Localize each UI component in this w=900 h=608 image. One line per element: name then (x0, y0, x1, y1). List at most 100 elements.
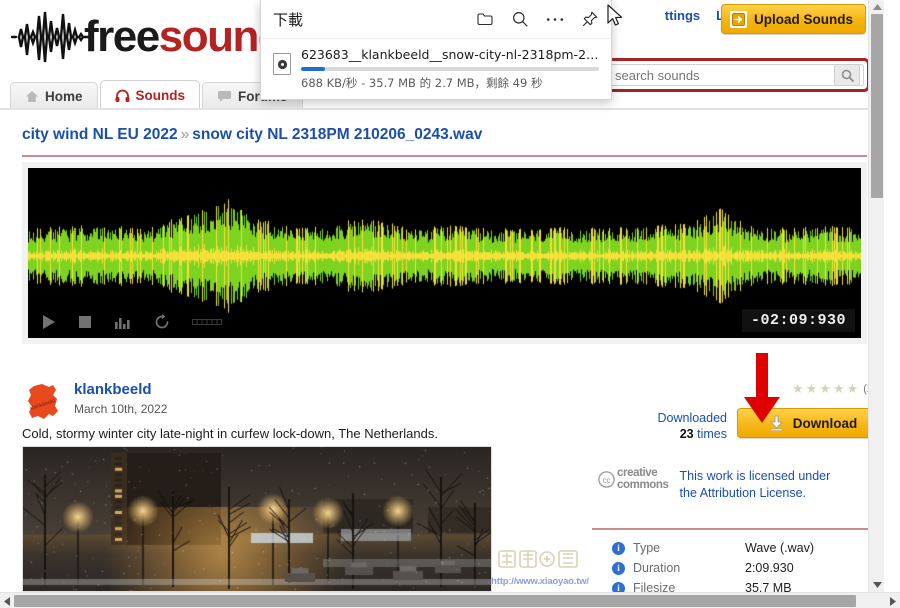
scroll-up-button[interactable] (869, 0, 884, 14)
download-count: Downloaded 23 times (635, 411, 728, 442)
meta-key: Filesize (633, 581, 676, 592)
table-row: i Type Wave (.wav) (612, 538, 870, 558)
search-input[interactable] (607, 67, 834, 83)
cc-line-1: creative (617, 467, 658, 479)
upload-sounds-button[interactable]: Upload Sounds (721, 4, 866, 34)
breadcrumb-current[interactable]: snow city NL 2318PM 210206_0243.wav (192, 126, 482, 143)
author-block: klankbeeld klankbeeld March 10th, 2022 (22, 381, 168, 424)
rating-stars[interactable]: ★ ★ ★ ★ ★ (2) (792, 382, 877, 395)
license-rule (592, 528, 870, 530)
loop-icon[interactable] (154, 314, 170, 330)
star-icon: ★ (805, 381, 818, 396)
meta-value: Wave (.wav) (745, 541, 814, 555)
sound-photo-canvas (23, 447, 491, 591)
license-text[interactable]: This work is licensed under the Attribut… (680, 468, 831, 502)
home-icon (25, 90, 39, 103)
download-popup-actions (476, 10, 599, 28)
waveform-canvas[interactable] (28, 168, 861, 338)
download-progress-bar (301, 67, 599, 71)
sound-photo[interactable] (22, 446, 492, 592)
license-line-2: the Attribution License. (679, 485, 807, 500)
chevron-down-icon (872, 582, 882, 588)
download-button[interactable]: Download (737, 408, 884, 438)
download-progress-fill (301, 67, 325, 71)
headphones-icon (115, 89, 130, 102)
sound-metadata-table: i Type Wave (.wav) i Duration 2:09.930 i… (612, 538, 870, 592)
download-popup: 下載 623683__klankbeeld__snow-city-nl-2318… (260, 0, 612, 100)
scroll-down-button[interactable] (869, 578, 884, 592)
info-icon: i (612, 541, 625, 555)
waveform-display[interactable]: -02:09:930 (28, 168, 861, 338)
more-icon[interactable] (546, 10, 564, 28)
breadcrumb: city wind NL EU 2022» snow city NL 2318PM… (22, 126, 482, 144)
license-block: cc creative commons This work is license… (598, 467, 831, 502)
download-popup-title: 下載 (273, 10, 304, 29)
download-popup-header: 下載 (261, 0, 611, 38)
pin-icon[interactable] (581, 10, 599, 28)
meta-key: Type (633, 541, 661, 555)
downloaded-number: 23 (679, 426, 694, 441)
player-timecode: -02:09:930 (741, 309, 855, 332)
horizontal-scrollbar[interactable] (0, 592, 900, 608)
sound-description: Cold, stormy winter city late-night in c… (22, 426, 438, 441)
tab-home-label: Home (45, 89, 83, 104)
info-icon: i (612, 581, 625, 592)
measure-icon[interactable] (192, 317, 222, 327)
logo-text-free: free (84, 12, 160, 61)
audio-player: -02:09:930 (22, 162, 867, 344)
spectrogram-icon[interactable] (114, 314, 132, 330)
scroll-right-button[interactable] (886, 593, 900, 608)
star-icon: ★ (819, 381, 831, 396)
table-row: i Duration 2:09.930 (612, 558, 870, 578)
info-icon: i (612, 561, 625, 575)
star-icon: ★ (792, 381, 804, 396)
folder-icon[interactable] (476, 10, 494, 28)
cc-line-2: commons (617, 478, 669, 491)
chevron-up-icon (872, 4, 882, 10)
freesound-logo[interactable]: freesound (10, 8, 285, 66)
avatar[interactable]: klankbeeld (22, 382, 64, 424)
creative-commons-icon: cc creative commons (598, 467, 669, 491)
breadcrumb-separator: » (180, 126, 190, 143)
breadcrumb-rule (22, 155, 867, 157)
table-row: i Filesize 35.7 MB (612, 578, 870, 592)
nav-divider (0, 108, 884, 110)
svg-text:cc: cc (603, 476, 611, 485)
search-icon (841, 69, 854, 82)
browser-viewport: freesound ttings Log Out Upload Sounds (0, 0, 900, 608)
play-icon[interactable] (42, 314, 56, 330)
download-filename[interactable]: 623683__klankbeeld__snow-city-nl-2318pm-… (301, 47, 599, 62)
search-icon[interactable] (511, 10, 529, 28)
search-highlight-box (600, 58, 870, 92)
scroll-left-button[interactable] (0, 593, 14, 608)
star-icon: ★ (832, 381, 845, 396)
downloaded-label: Downloaded (657, 411, 728, 425)
tab-sounds-label: Sounds (135, 88, 186, 103)
vertical-scroll-thumb[interactable] (871, 14, 883, 198)
meta-value: 2:09.930 (745, 561, 794, 575)
settings-link[interactable]: ttings (665, 8, 700, 23)
watermark-logo-icon (498, 550, 578, 568)
stop-icon[interactable] (78, 315, 92, 329)
tab-home[interactable]: Home (10, 82, 98, 110)
download-button-label: Download (792, 415, 858, 431)
file-icon (273, 53, 291, 75)
tab-sounds[interactable]: Sounds (99, 80, 201, 110)
upload-button-label: Upload Sounds (754, 11, 853, 27)
meta-key: Duration (633, 561, 681, 575)
star-icon: ★ (846, 381, 859, 396)
search-button[interactable] (834, 64, 860, 86)
vertical-scrollbar[interactable] (868, 0, 884, 592)
meta-value: 35.7 MB (745, 581, 792, 592)
downloaded-suffix: times (697, 426, 727, 441)
license-line-1: This work is licensed under (679, 469, 831, 483)
author-name-link[interactable]: klankbeeld (74, 381, 167, 399)
download-status-text: 688 KB/秒 - 35.7 MB 的 2.7 MB，剩餘 49 秒 (301, 76, 543, 90)
upload-date: March 10th, 2022 (74, 401, 168, 416)
download-item[interactable]: 623683__klankbeeld__snow-city-nl-2318pm-… (261, 39, 611, 91)
horizontal-scroll-thumb[interactable] (14, 595, 856, 607)
download-arrow-icon (769, 415, 783, 431)
chat-icon (217, 90, 232, 103)
breadcrumb-parent-link[interactable]: city wind NL EU 2022 (22, 126, 178, 143)
chevron-left-icon (4, 596, 10, 606)
